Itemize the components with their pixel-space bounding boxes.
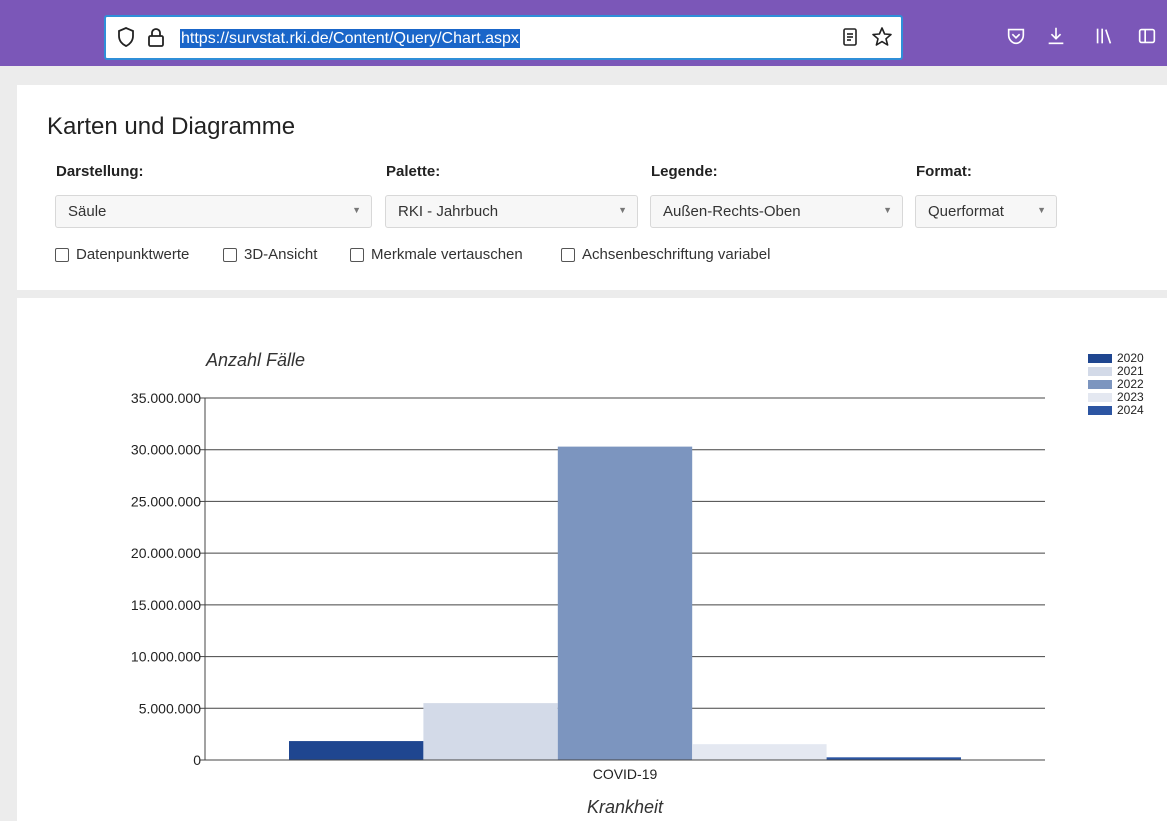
y-tick-label: 15.000.000 (131, 597, 201, 613)
bar-2023 (692, 744, 827, 760)
y-axis-title: Anzahl Fälle (205, 350, 305, 370)
bar-2022 (557, 446, 693, 760)
y-tick-label: 20.000.000 (131, 545, 201, 561)
y-tick-label: 5.000.000 (139, 700, 201, 716)
legend-swatch (1088, 354, 1112, 363)
y-tick-label: 0 (193, 752, 201, 768)
legend-swatch (1088, 367, 1112, 376)
x-category-label: COVID-19 (593, 766, 658, 782)
y-tick-label: 35.000.000 (131, 390, 201, 406)
y-tick-label: 30.000.000 (131, 442, 201, 458)
y-tick-label: 25.000.000 (131, 493, 201, 509)
legend-swatch (1088, 380, 1112, 389)
bar-2020 (289, 741, 424, 760)
chart-legend: 2020 2021 2022 2023 2024 (1088, 352, 1158, 417)
legend-label: 2024 (1117, 403, 1144, 417)
legend-swatch (1088, 393, 1112, 402)
x-axis-title: Krankheit (587, 797, 664, 817)
bar-2021 (423, 703, 558, 760)
legend-item: 2024 (1088, 404, 1158, 417)
bar-chart: 0 5.000.000 10.000.000 15.000.000 20.000.000… (131, 350, 1045, 817)
y-tick-label: 10.000.000 (131, 649, 201, 665)
legend-swatch (1088, 406, 1112, 415)
